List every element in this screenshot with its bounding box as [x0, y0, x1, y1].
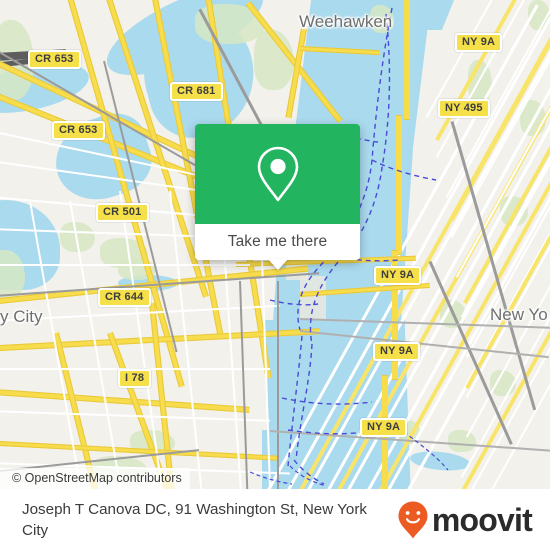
footer-bar: Joseph T Canova DC, 91 Washington St, Ne…	[0, 489, 550, 550]
callout-pointer-tail	[268, 259, 288, 270]
road-shield[interactable]: NY 495	[438, 99, 490, 118]
moovit-wordmark: moovit	[431, 501, 533, 538]
place-label-jersey-city: y City	[0, 307, 43, 326]
road-shield[interactable]: I 78	[118, 369, 152, 388]
map-pin-icon	[257, 146, 298, 202]
road-shield[interactable]: CR 653	[28, 50, 81, 69]
road-shield[interactable]: NY 9A	[374, 266, 422, 285]
osm-attribution[interactable]: © OpenStreetMap contributors	[0, 468, 190, 489]
callout-header	[195, 124, 360, 224]
place-label-new-york: New Yo	[490, 305, 548, 324]
road-shield[interactable]: CR 681	[170, 82, 223, 101]
location-callout-card[interactable]: Take me there	[195, 124, 360, 270]
road-shield[interactable]: NY 9A	[455, 33, 503, 52]
moovit-map-page: CR 653 CR 681 CR 653 NY 9A NY 495 CR 501…	[0, 0, 550, 550]
place-label-weehawken: Weehawken	[299, 12, 393, 31]
road-shield[interactable]: NY 9A	[373, 342, 421, 361]
moovit-logo[interactable]: moovit	[397, 500, 533, 540]
road-shield[interactable]: CR 644	[98, 288, 151, 307]
take-me-there-label: Take me there	[227, 233, 328, 250]
road-shield[interactable]: CR 501	[96, 203, 149, 222]
address-text: Joseph T Canova DC, 91 Washington St, Ne…	[22, 500, 368, 539]
moovit-pin-smiley-icon	[398, 501, 428, 538]
road-shield[interactable]: CR 653	[52, 121, 105, 140]
take-me-there-button[interactable]: Take me there	[195, 224, 360, 260]
road-shield[interactable]: NY 9A	[360, 418, 408, 437]
